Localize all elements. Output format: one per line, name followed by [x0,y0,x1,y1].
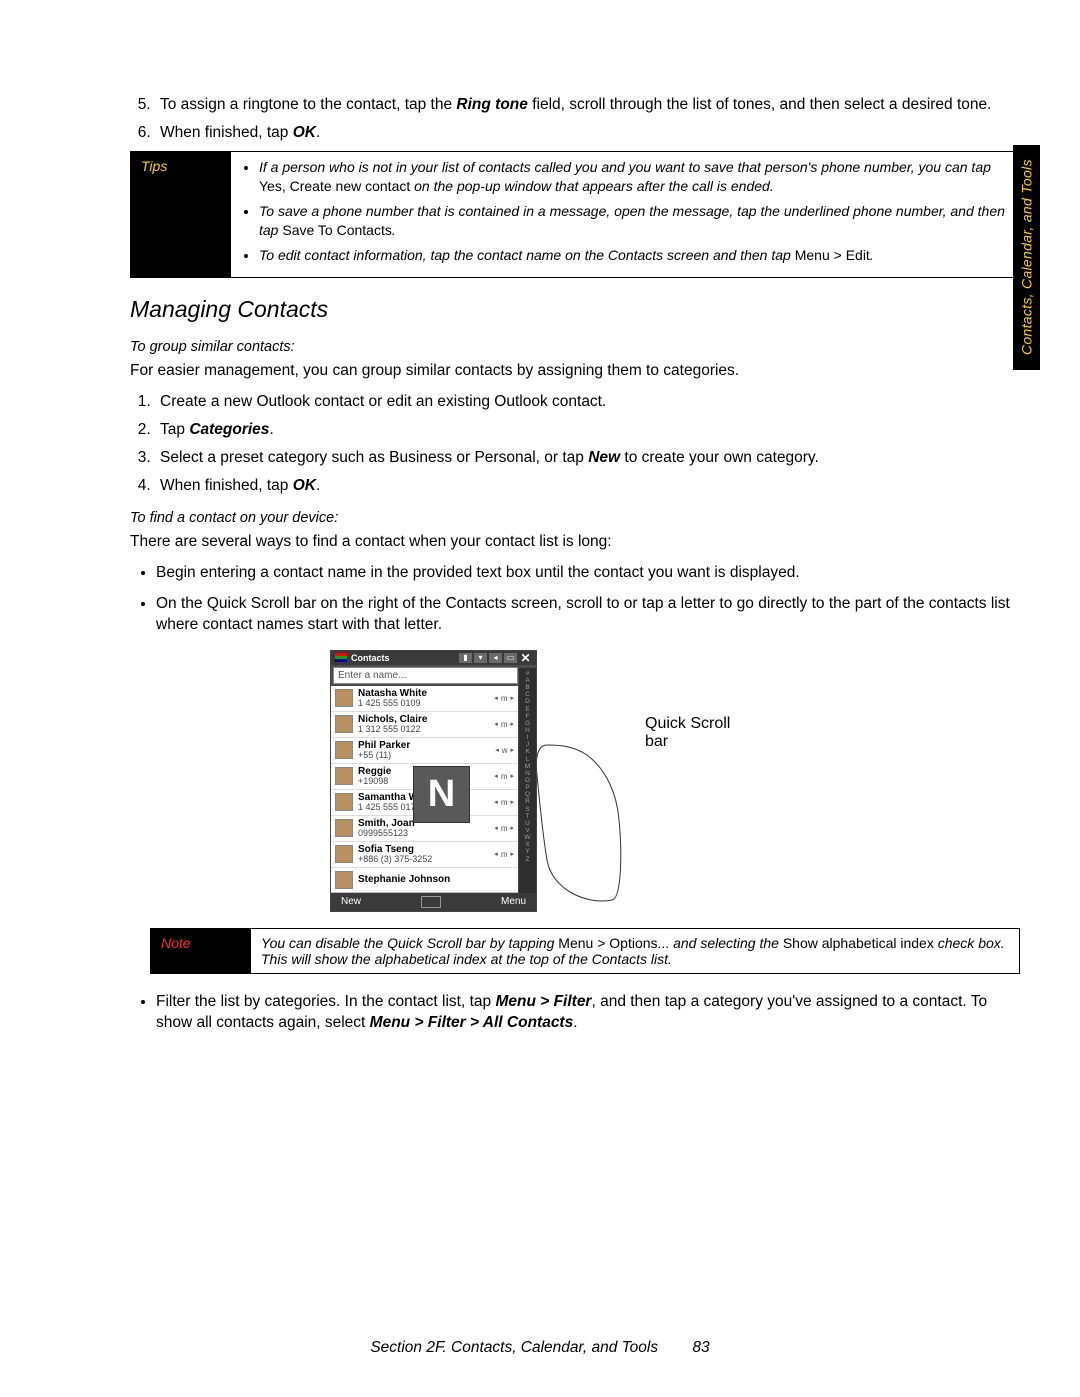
qs-letter: E [519,706,536,713]
qs-letter: U [519,820,536,827]
quick-scroll-figure: Contacts ▮ ▾ ◂ ▭ ✕ Enter a name... Natas… [330,650,1020,912]
avatar [335,715,353,733]
avatar [335,689,353,707]
page: Contacts, Calendar, and Tools To assign … [0,0,1080,1397]
tip-1: If a person who is not in your list of c… [259,158,1009,196]
battery-icon: ▭ [504,653,517,663]
step-5: To assign a ringtone to the contact, tap… [155,95,1020,115]
find-intro: There are several ways to find a contact… [130,532,1020,553]
signal-icon: ▮ [459,653,472,663]
softkey-keyboard-icon [421,896,441,908]
volume-icon: ◂ [489,653,502,663]
footer-page-number: 83 [692,1339,709,1356]
contact-row: Nichols, Claire1 312 555 0122◂m▸ [331,712,518,738]
avatar [335,871,353,889]
contact-row: Sofia Tseng+886 (3) 375-3252◂m▸ [331,842,518,868]
note-box: Note You can disable the Quick Scroll ba… [150,928,1020,974]
qs-letter: J [519,741,536,748]
contact-row: Natasha White1 425 555 0109◂m▸ [331,686,518,712]
group-step-4: When finished, tap OK. [155,476,1020,496]
note-label: Note [161,935,191,951]
ringtone-field-label: Ring tone [456,96,527,113]
tips-box: Tips If a person who is not in your list… [130,151,1020,277]
qs-letter: W [519,834,536,841]
quick-scroll-bar: #ABCDEFGHIJKLMNOPQRSTUVWXYZ [519,668,536,893]
qs-letter: N [519,770,536,777]
qs-letter: Q [519,791,536,798]
qs-letter: G [519,720,536,727]
quick-scroll-callout: Quick Scroll bar [645,715,730,751]
phone-status-bar: Contacts ▮ ▾ ◂ ▭ ✕ [331,651,536,665]
avatar [335,741,353,759]
note-text: You can disable the Quick Scroll bar by … [261,935,1005,967]
contact-row: Phil Parker+55 (11)◂w▸ [331,738,518,764]
group-intro: For easier management, you can group sim… [130,361,1020,382]
qs-letter: L [519,756,536,763]
qs-letter: S [519,806,536,813]
qs-letter: B [519,684,536,691]
footer-section: Section 2F. Contacts, Calendar, and Tool… [370,1339,658,1356]
qs-letter: C [519,691,536,698]
qs-letter: R [519,798,536,805]
qs-letter: I [519,734,536,741]
page-footer: Section 2F. Contacts, Calendar, and Tool… [130,1339,950,1357]
name-search-input: Enter a name... [333,667,518,684]
find-subhead: To find a contact on your device: [130,510,1020,526]
tip-3: To edit contact information, tap the con… [259,246,1009,265]
qs-letter: M [519,763,536,770]
qs-letter: Y [519,848,536,855]
group-step-2: Tap Categories. [155,420,1020,440]
touch-gesture-illustration [527,740,627,910]
avatar [335,767,353,785]
qs-letter: F [519,713,536,720]
qs-letter: P [519,784,536,791]
avatar [335,845,353,863]
qs-letter: V [519,827,536,834]
qs-letter: H [519,727,536,734]
qs-letter: Z [519,856,536,863]
qs-letter: O [519,777,536,784]
close-icon: ✕ [519,653,532,663]
tips-label: Tips [141,158,167,174]
quick-scroll-popup-letter: N [413,766,470,823]
find-bullet-1: Begin entering a contact name in the pro… [156,563,1020,584]
avatar [335,793,353,811]
group-subhead: To group similar contacts: [130,339,1020,355]
filter-icon: ▾ [474,653,487,663]
tips-list: If a person who is not in your list of c… [241,158,1009,264]
avatar [335,819,353,837]
find-bullet-2: On the Quick Scroll bar on the right of … [156,594,1020,636]
softkey-menu: Menu [501,896,526,907]
group-step-3: Select a preset category such as Busines… [155,448,1020,468]
filter-bullet: Filter the list by categories. In the co… [156,992,1020,1034]
group-step-1: Create a new Outlook contact or edit an … [155,392,1020,412]
tip-2: To save a phone number that is contained… [259,202,1009,240]
group-steps: Create a new Outlook contact or edit an … [130,392,1020,497]
step-6: When finished, tap OK. [155,123,1020,143]
managing-contacts-heading: Managing Contacts [130,296,1020,323]
qs-letter: X [519,841,536,848]
contact-row: Stephanie Johnson [331,868,518,892]
find-bullets: Begin entering a contact name in the pro… [130,563,1020,636]
filter-bullets: Filter the list by categories. In the co… [130,992,1020,1034]
start-icon [335,653,347,662]
qs-letter: K [519,748,536,755]
qs-letter: A [519,677,536,684]
softkey-new: New [341,896,361,907]
qs-letter: T [519,813,536,820]
side-tab-contacts: Contacts, Calendar, and Tools [1013,145,1040,370]
phone-softkeys: New Menu [331,893,536,911]
qs-letter: # [519,670,536,677]
phone-mockup: Contacts ▮ ▾ ◂ ▭ ✕ Enter a name... Natas… [330,650,537,912]
qs-letter: D [519,698,536,705]
ringtone-steps: To assign a ringtone to the contact, tap… [130,95,1020,143]
phone-title: Contacts [351,653,390,663]
